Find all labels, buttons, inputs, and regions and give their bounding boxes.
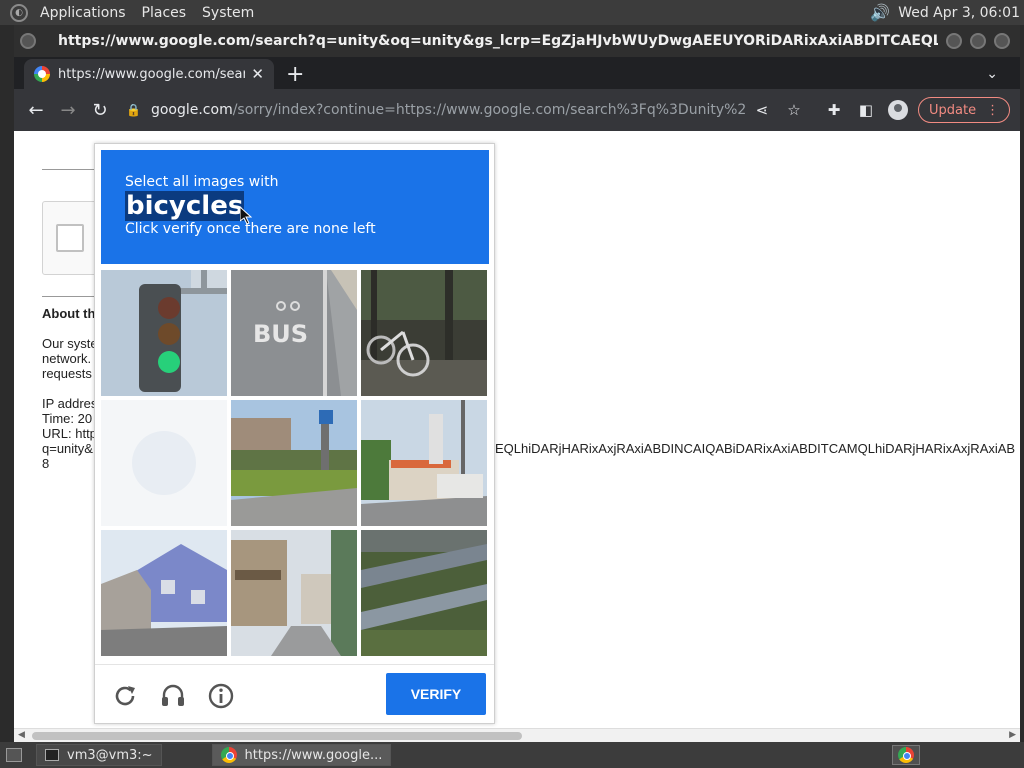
recaptcha-checkbox[interactable] [56,224,84,252]
reload-challenge-icon[interactable] [111,682,139,710]
window-title: https://www.google.com/search?q=unity&oq… [58,33,938,49]
window-titlebar[interactable]: https://www.google.com/search?q=unity&oq… [14,25,1020,57]
captcha-tile-blue-house[interactable] [101,530,227,656]
challenge-header: Select all images with bicycles Click ve… [101,150,489,264]
taskbar-browser[interactable]: https://www.google... [211,744,392,766]
captcha-tile-street-fence[interactable] [231,400,357,526]
taskbar: vm3@vm3:~ https://www.google... [0,742,1024,768]
forward-icon[interactable]: → [52,100,84,121]
scroll-left-icon[interactable]: ◀ [18,730,25,740]
profile-avatar-icon[interactable] [888,100,908,120]
scrollbar-thumb[interactable] [32,732,522,740]
distro-logo-icon[interactable]: ◐ [10,3,28,22]
captcha-tile-street-shops[interactable] [361,400,487,526]
footer-divider [95,664,494,665]
mouse-cursor-icon [240,207,252,225]
maximize-icon[interactable] [970,33,986,49]
tab-google-search[interactable]: https://www.google.com/sear ✕ [24,59,274,89]
share-icon[interactable]: ⋖ [746,101,778,119]
challenge-instruction: Select all images with [125,174,279,190]
extensions-puzzle-icon[interactable]: ✚ [818,101,850,119]
google-favicon-icon [34,66,50,82]
chrome-icon [220,747,237,763]
new-tab-button[interactable]: + [286,59,304,89]
side-panel-icon[interactable]: ◧ [850,101,882,119]
captcha-tile-alley[interactable] [231,530,357,656]
time-line: Time: 20 [42,411,93,426]
about-heading: About th [42,306,96,321]
image-grid: BUS [101,270,489,658]
show-desktop-icon[interactable] [6,748,22,762]
tab-close-icon[interactable]: ✕ [251,65,264,83]
url-domain: google.com [150,102,233,118]
menu-places[interactable]: Places [138,5,191,21]
ip-line: IP addres [42,396,98,411]
window-menu-icon[interactable] [20,33,36,49]
para-line: network. [42,351,92,366]
reload-icon[interactable]: ↻ [84,100,116,121]
menu-applications[interactable]: Applications [36,5,130,21]
para-line: requests [42,366,92,381]
taskbar-terminal[interactable]: vm3@vm3:~ [36,744,162,766]
info-icon[interactable] [207,682,235,710]
last-line: 8 [42,456,50,471]
kebab-menu-icon[interactable]: ⋮ [986,103,999,118]
url-line: URL: http [42,426,97,441]
update-label: Update [929,102,977,118]
svg-text:BUS: BUS [253,320,308,348]
recaptcha-challenge: Select all images with bicycles Click ve… [94,143,495,724]
audio-challenge-icon[interactable] [159,682,187,710]
captcha-tile-faded[interactable] [101,400,227,526]
volume-icon[interactable]: 🔊 [870,3,890,22]
challenge-keyword: bicycles [125,191,245,221]
lock-icon[interactable]: 🔒 [126,103,141,117]
close-window-icon[interactable] [994,33,1010,49]
menu-system[interactable]: System [198,5,258,21]
horizontal-scrollbar[interactable]: ◀ ▶ [14,728,1020,742]
address-bar[interactable]: 🔒 google.com /sorry/index?continue=https… [126,95,746,125]
tab-title: https://www.google.com/sear [58,66,246,82]
desktop: ◐ Applications Places System 🔊 Wed Apr 3… [0,0,1024,768]
query-line: q=unity& [42,441,93,456]
tray-chrome[interactable] [892,745,920,765]
tab-strip: https://www.google.com/sear ✕ + ⌄ [14,57,1020,89]
challenge-hint: Click verify once there are none left [125,221,376,237]
back-icon[interactable]: ← [20,100,52,121]
tab-search-chevron-icon[interactable]: ⌄ [986,59,998,89]
update-button[interactable]: Update ⋮ [918,97,1011,123]
url-path: /sorry/index?continue=https://www.google… [232,102,746,118]
browser-toolbar: ← → ↻ 🔒 google.com /sorry/index?continue… [14,89,1020,131]
taskbar-browser-label: https://www.google... [244,747,383,763]
captcha-tile-guardrail[interactable] [361,530,487,656]
taskbar-terminal-label: vm3@vm3:~ [67,747,153,763]
para-line: Our syste [42,336,98,351]
captcha-tile-traffic-light[interactable] [101,270,227,396]
scroll-right-icon[interactable]: ▶ [1009,730,1016,740]
captcha-tile-bus-lane[interactable]: BUS [231,270,357,396]
clock[interactable]: Wed Apr 3, 06:01 [898,5,1020,21]
query-line-continued: EQLhiDARjHARixAxjRAxiABDINCAIQABiDARixAx… [495,441,1016,456]
minimize-icon[interactable] [946,33,962,49]
terminal-icon [45,749,59,761]
verify-button[interactable]: VERIFY [386,673,486,715]
top-panel: ◐ Applications Places System 🔊 Wed Apr 3… [0,0,1024,25]
tray-chrome-icon [898,747,914,763]
bookmark-star-icon[interactable]: ☆ [778,101,810,119]
captcha-tile-bicycle[interactable] [361,270,487,396]
